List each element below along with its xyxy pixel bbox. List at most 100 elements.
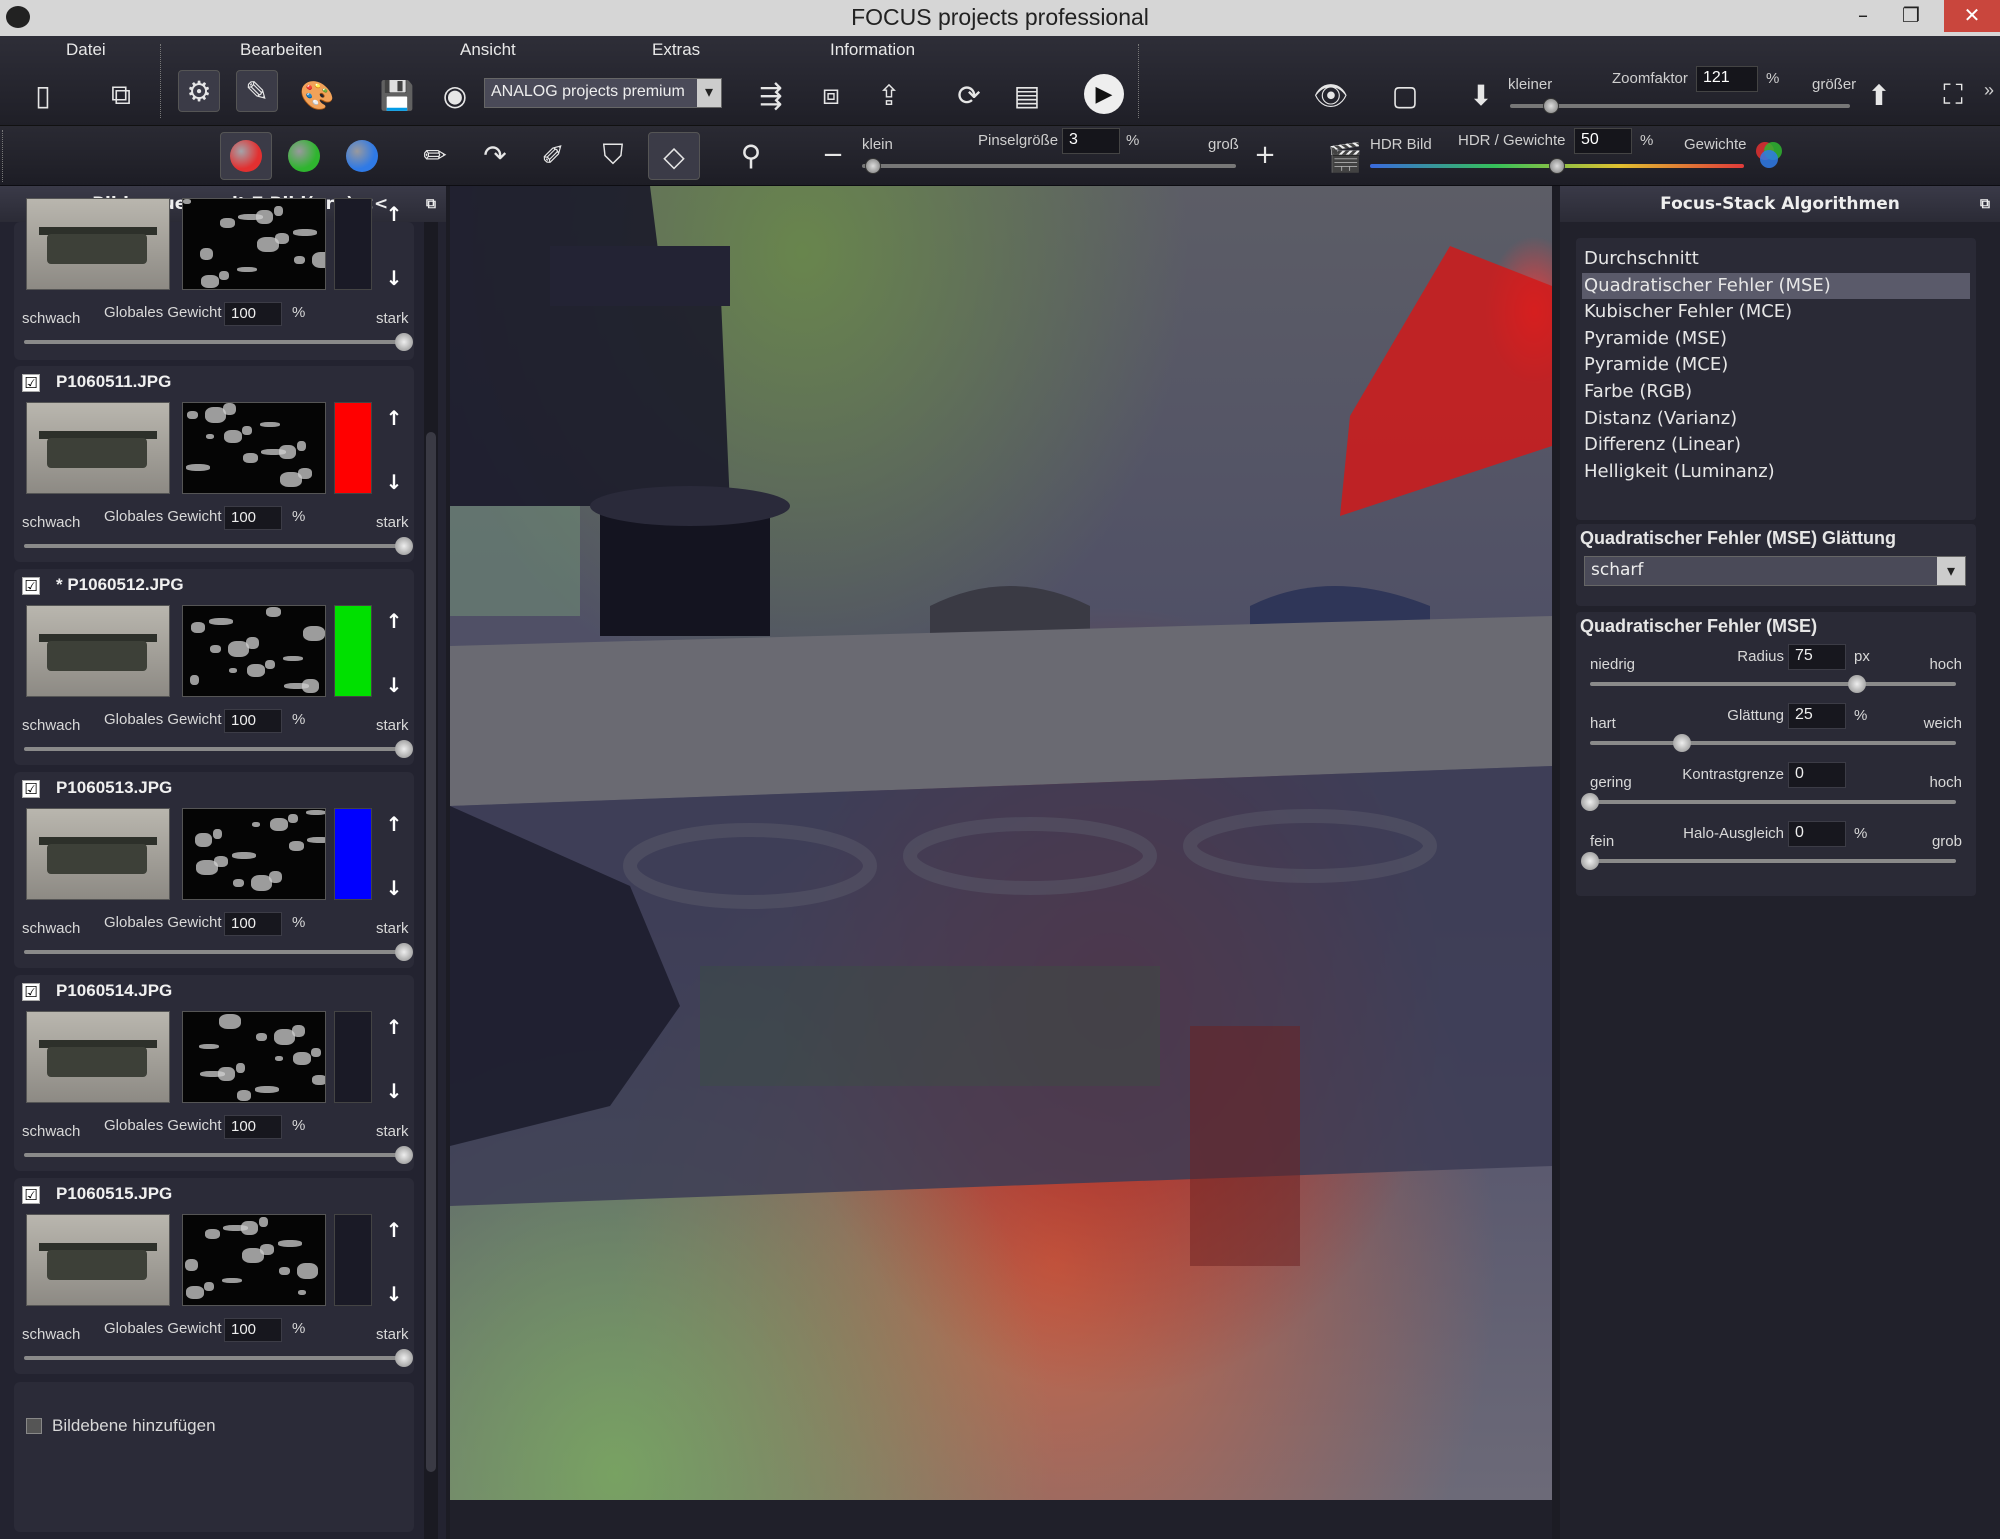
global-weight-input[interactable]: 100 xyxy=(224,506,282,530)
brush-size-slider[interactable] xyxy=(862,164,1236,168)
image-enabled-checkbox[interactable]: ☑ xyxy=(22,780,40,798)
scrollbar-thumb[interactable] xyxy=(426,432,436,1472)
global-weight-slider[interactable] xyxy=(24,747,404,751)
clapper-icon[interactable]: 🎬 xyxy=(1324,136,1366,178)
algorithm-item[interactable]: Differenz (Linear) xyxy=(1582,432,1970,458)
crop-icon[interactable]: ⛶ xyxy=(1932,74,1974,116)
image-canvas[interactable] xyxy=(450,186,1552,1500)
palette-icon[interactable]: 🎨 xyxy=(296,74,338,116)
zoom-slider-knob[interactable] xyxy=(1542,98,1559,114)
overflow-chevron-icon[interactable]: » xyxy=(1984,80,1994,101)
restore-button[interactable]: ❐ xyxy=(1888,0,1934,32)
global-weight-slider[interactable] xyxy=(24,340,404,344)
global-weight-slider[interactable] xyxy=(24,1153,404,1157)
color-green-button[interactable] xyxy=(280,132,328,180)
param-slider[interactable] xyxy=(1590,859,1956,863)
global-weight-slider-knob[interactable] xyxy=(395,1349,413,1367)
open-document-icon[interactable]: ⧉ xyxy=(100,74,142,116)
render-icon[interactable]: ⟳ xyxy=(948,74,990,116)
move-down-icon[interactable]: ↓ xyxy=(384,673,404,697)
undock-icon[interactable]: ⧉ xyxy=(426,186,436,222)
global-weight-slider-knob[interactable] xyxy=(395,1146,413,1164)
focus-mask-thumbnail[interactable] xyxy=(182,1011,326,1103)
algorithm-item[interactable]: Kubischer Fehler (MCE) xyxy=(1582,299,1970,325)
param-slider[interactable] xyxy=(1590,682,1956,686)
hdr-weight-input[interactable]: 50 xyxy=(1574,128,1632,154)
batch-icon[interactable]: ⧈ xyxy=(810,74,852,116)
param-input[interactable]: 25 xyxy=(1788,703,1846,729)
layer-color-swatch[interactable] xyxy=(334,402,372,494)
move-down-icon[interactable]: ↓ xyxy=(384,470,404,494)
color-blue-button[interactable] xyxy=(338,132,386,180)
undock-icon[interactable]: ⧉ xyxy=(1980,186,1990,222)
eraser-icon[interactable]: ◇ xyxy=(648,132,700,180)
param-slider-knob[interactable] xyxy=(1848,675,1867,693)
image-enabled-checkbox[interactable]: ☑ xyxy=(22,577,40,595)
menu-datei[interactable]: Datei xyxy=(66,40,106,60)
global-weight-slider-knob[interactable] xyxy=(395,943,413,961)
zoom-slider[interactable] xyxy=(1510,104,1850,108)
param-slider-knob[interactable] xyxy=(1581,793,1599,811)
zoom-out-icon[interactable]: ⬇ xyxy=(1460,74,1502,116)
save-icon[interactable]: 💾 xyxy=(376,74,418,116)
global-weight-slider-knob[interactable] xyxy=(395,740,413,758)
global-weight-slider[interactable] xyxy=(24,544,404,548)
image-thumbnail[interactable] xyxy=(26,198,170,290)
param-slider-knob[interactable] xyxy=(1672,734,1691,752)
menu-information[interactable]: Information xyxy=(830,40,915,60)
move-down-icon[interactable]: ↓ xyxy=(384,1282,404,1306)
focus-mask-thumbnail[interactable] xyxy=(182,808,326,900)
image-thumbnail[interactable] xyxy=(26,808,170,900)
layer-color-swatch[interactable] xyxy=(334,1214,372,1306)
algorithm-item[interactable]: Helligkeit (Luminanz) xyxy=(1582,459,1970,485)
focus-mask-thumbnail[interactable] xyxy=(182,605,326,697)
image-thumbnail[interactable] xyxy=(26,1214,170,1306)
stamp-icon[interactable]: ⛉ xyxy=(592,134,634,176)
menu-bearbeiten[interactable]: Bearbeiten xyxy=(240,40,322,60)
algorithm-item[interactable]: Pyramide (MCE) xyxy=(1582,352,1970,378)
preset-film-icon[interactable]: ◉ xyxy=(434,74,476,116)
layer-color-swatch[interactable] xyxy=(334,605,372,697)
move-up-icon[interactable]: ↑ xyxy=(384,1218,404,1242)
image-enabled-checkbox[interactable]: ☑ xyxy=(22,374,40,392)
brush-mode-icon[interactable]: ✎ xyxy=(236,70,278,112)
fill-brush-icon[interactable]: ✐ xyxy=(532,134,574,176)
global-weight-input[interactable]: 100 xyxy=(224,709,282,733)
focus-mask-thumbnail[interactable] xyxy=(182,1214,326,1306)
new-document-icon[interactable]: ▯ xyxy=(22,74,64,116)
global-weight-input[interactable]: 100 xyxy=(224,1318,282,1342)
brush-size-slider-knob[interactable] xyxy=(865,158,882,174)
image-enabled-checkbox[interactable]: ☑ xyxy=(22,983,40,1001)
export-icon[interactable]: ⇪ xyxy=(868,74,910,116)
move-up-icon[interactable]: ↑ xyxy=(384,812,404,836)
hdr-weight-slider-knob[interactable] xyxy=(1549,158,1565,174)
global-weight-input[interactable]: 100 xyxy=(224,1115,282,1139)
add-layer-checkbox[interactable] xyxy=(26,1418,42,1434)
menu-extras[interactable]: Extras xyxy=(652,40,700,60)
settings-gear-icon[interactable]: ⚙ xyxy=(178,70,220,112)
global-weight-input[interactable]: 100 xyxy=(224,912,282,936)
brush-minus-icon[interactable]: − xyxy=(812,134,854,176)
walker-icon[interactable]: ⚲ xyxy=(730,134,772,176)
sequence-scrollbar[interactable] xyxy=(424,222,438,1539)
rgb-weights-icon[interactable] xyxy=(1748,134,1790,176)
param-slider[interactable] xyxy=(1590,800,1956,804)
play-icon[interactable]: ▶ xyxy=(1084,74,1124,114)
param-input[interactable]: 75 xyxy=(1788,644,1846,670)
preset-select[interactable]: ANALOG projects premium ▾ xyxy=(484,78,722,108)
move-down-icon[interactable]: ↓ xyxy=(384,266,404,290)
algorithm-item[interactable]: Distanz (Varianz) xyxy=(1582,406,1970,432)
global-weight-slider-knob[interactable] xyxy=(395,537,413,555)
minimize-button[interactable]: – xyxy=(1840,0,1886,32)
global-weight-slider[interactable] xyxy=(24,950,404,954)
image-thumbnail[interactable] xyxy=(26,605,170,697)
move-up-icon[interactable]: ↑ xyxy=(384,1015,404,1039)
fit-view-icon[interactable]: ▢ xyxy=(1384,74,1426,116)
move-up-icon[interactable]: ↑ xyxy=(384,609,404,633)
color-red-button[interactable] xyxy=(220,132,272,180)
move-up-icon[interactable]: ↑ xyxy=(384,406,404,430)
brush-size-input[interactable]: 3 xyxy=(1062,128,1120,154)
import-icon[interactable]: ⇶ xyxy=(750,74,792,116)
param-slider-knob[interactable] xyxy=(1581,852,1599,870)
menu-ansicht[interactable]: Ansicht xyxy=(460,40,516,60)
